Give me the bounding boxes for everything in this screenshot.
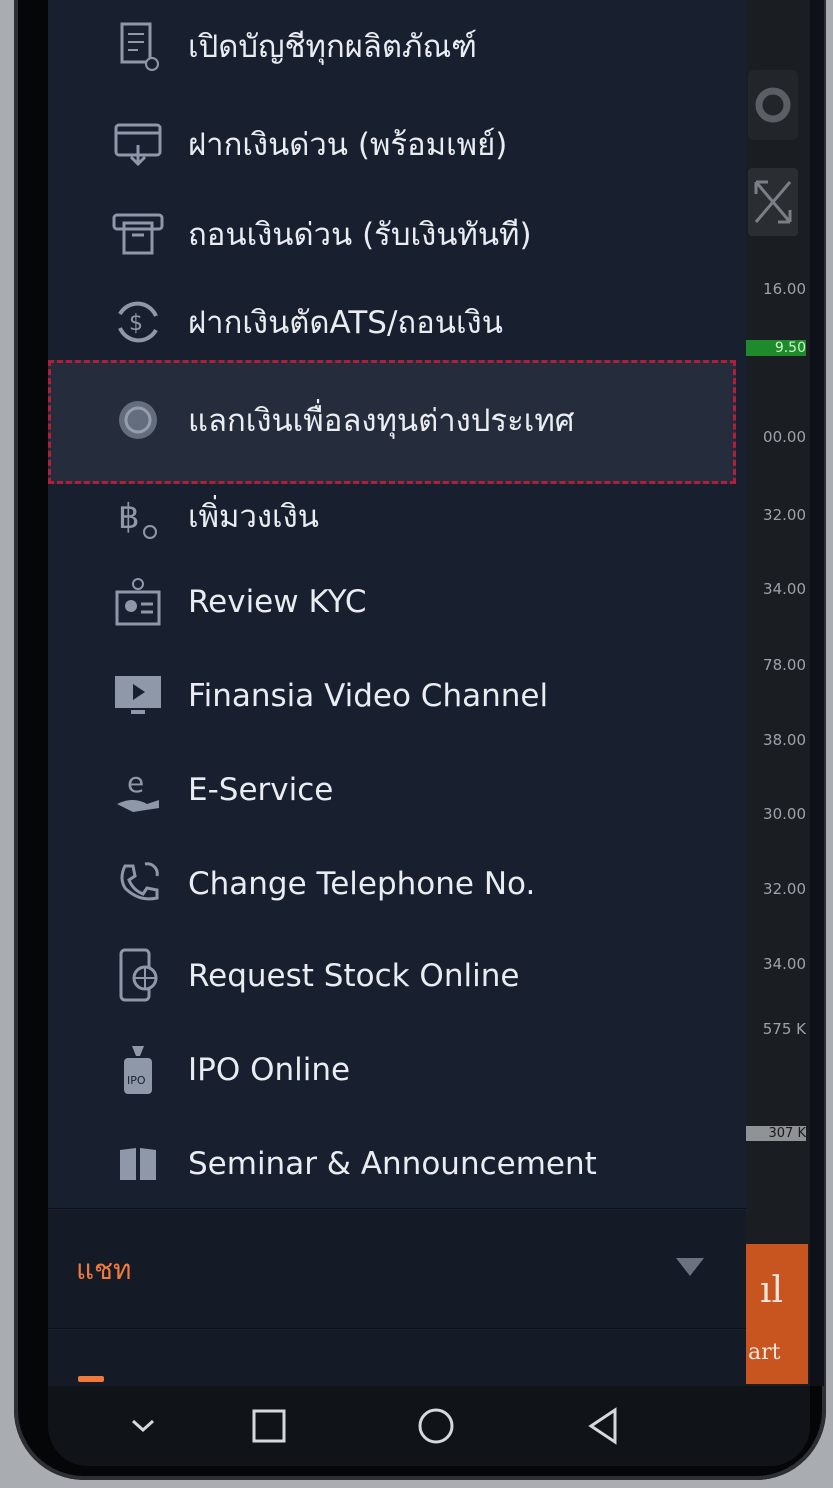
price-cell: 78.00: [763, 656, 806, 674]
menu-item-label: Seminar & Announcement: [188, 1146, 597, 1182]
volume-cell: 575 K: [762, 1020, 806, 1038]
dollar-cycle-icon: $: [108, 292, 168, 352]
menu-item-open-account[interactable]: เปิดบัญชีทุกผลิตภัณฑ์: [48, 0, 746, 92]
phone-change-icon: [108, 854, 168, 914]
atm-withdraw-icon: [108, 204, 168, 264]
menu-item-e-service[interactable]: e E-Service: [48, 744, 746, 836]
recent-apps-square-icon[interactable]: [234, 1398, 304, 1454]
menu-item-label: ฝากเงินตัดATS/ถอนเงิน: [188, 305, 503, 341]
menu-item-video-channel[interactable]: Finansia Video Channel: [48, 650, 746, 742]
menu-item-ipo-online[interactable]: IPO IPO Online: [48, 1024, 746, 1116]
chevron-down-icon[interactable]: [108, 1398, 178, 1454]
menu-item-label: Change Telephone No.: [188, 866, 536, 902]
selection-highlight: [48, 360, 736, 484]
back-triangle-icon[interactable]: [568, 1398, 638, 1454]
chart-icon: ıl: [760, 1270, 784, 1311]
divider: [48, 1328, 746, 1329]
svg-text:$: $: [129, 311, 143, 336]
section-marker: [78, 1376, 104, 1382]
menu-item-label: เพิ่มวงเงิน: [188, 499, 319, 535]
price-cell: 32.00: [763, 880, 806, 898]
chat-section-header[interactable]: แชท: [48, 1210, 746, 1328]
menu-item-ats-deposit[interactable]: $ ฝากเงินตัดATS/ถอนเงิน: [48, 276, 746, 368]
baht-add-icon: ฿: [108, 486, 168, 546]
menu-item-label: E-Service: [188, 772, 334, 808]
svg-text:฿: ฿: [118, 497, 140, 537]
ipo-bag-icon: IPO: [108, 1040, 168, 1100]
e-hand-icon: e: [108, 760, 168, 820]
side-menu-drawer: เปิดบัญชีทุกผลิตภัณฑ์ ฝากเงินด่วน (พร้อม…: [48, 0, 746, 1386]
price-cell: 34.00: [763, 580, 806, 598]
menu-item-label: Review KYC: [188, 584, 367, 620]
document-add-icon: [108, 16, 168, 76]
home-circle-icon[interactable]: [401, 1398, 471, 1454]
menu-item-label: ถอนเงินด่วน (รับเงินทันที): [188, 217, 532, 253]
menu-item-label: IPO Online: [188, 1052, 351, 1088]
system-nav-bar: [48, 1386, 810, 1466]
next-section-row[interactable]: [48, 1330, 746, 1386]
chart-button-label: art: [748, 1340, 781, 1365]
menu-item-label: เปิดบัญชีทุกผลิตภัณฑ์: [188, 29, 477, 65]
price-cell: 32.00: [763, 506, 806, 524]
menu-item-label: ฝากเงินด่วน (พร้อมเพย์): [188, 127, 508, 163]
book-icon: [108, 1134, 168, 1194]
price-cell: 16.00: [763, 280, 806, 298]
menu-item-review-kyc[interactable]: Review KYC: [48, 556, 746, 648]
menu-item-change-telephone[interactable]: Change Telephone No.: [48, 838, 746, 930]
menu-item-quick-withdraw[interactable]: ถอนเงินด่วน (รับเงินทันที): [48, 188, 746, 280]
chart-button[interactable]: ıl art: [746, 1244, 808, 1384]
menu-item-label: Finansia Video Channel: [188, 678, 549, 714]
volume-badge: 307 K: [746, 1126, 806, 1141]
price-cell: 30.00: [763, 805, 806, 823]
price-cell: 34.00: [763, 955, 806, 973]
card-deposit-icon: [108, 114, 168, 174]
menu-item-label: Request Stock Online: [188, 958, 520, 994]
svg-text:e: e: [127, 766, 144, 799]
menu-item-quick-deposit[interactable]: ฝากเงินด่วน (พร้อมเพย์): [48, 98, 746, 190]
price-cell: 38.00: [763, 731, 806, 749]
price-cell: 00.00: [763, 428, 806, 446]
menu-item-seminar[interactable]: Seminar & Announcement: [48, 1118, 746, 1210]
menu-item-request-stock[interactable]: Request Stock Online: [48, 930, 746, 1022]
chat-label: แชท: [76, 1253, 132, 1286]
mobile-globe-icon: [108, 946, 168, 1006]
chevron-down-icon: [676, 1258, 704, 1276]
id-card-icon: [108, 572, 168, 632]
video-play-icon: [108, 666, 168, 726]
svg-text:IPO: IPO: [127, 1074, 146, 1087]
divider: [48, 1208, 746, 1209]
settings-gear-icon[interactable]: [748, 70, 798, 140]
price-cell-up: 9.50: [746, 340, 806, 356]
expand-icon[interactable]: [748, 168, 798, 236]
